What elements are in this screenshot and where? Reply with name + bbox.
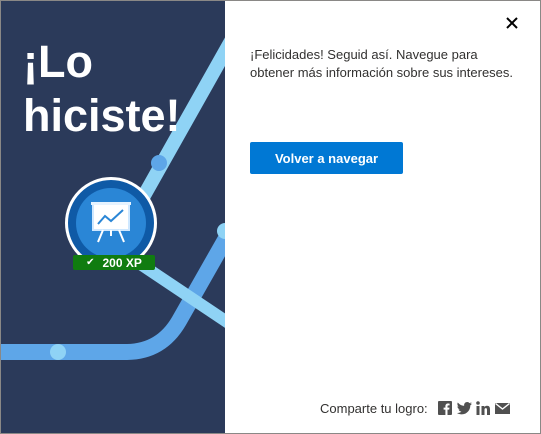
headline-line-2: hiciste!: [23, 90, 181, 141]
xp-value: 200 XP: [102, 255, 142, 270]
presentation-board-icon: [91, 202, 131, 243]
badge-circle-inner: [76, 188, 146, 258]
email-icon[interactable]: [494, 401, 510, 416]
share-achievement: Comparte tu logro:: [320, 399, 510, 417]
achievement-dialog: ¡Lo hiciste! ✔ 200 XP ¡Felicidades! Segu…: [0, 0, 541, 434]
close-icon: [506, 17, 518, 29]
achievement-badge: ✔ 200 XP: [65, 177, 157, 270]
achievement-illustration: ¡Lo hiciste! ✔ 200 XP: [1, 1, 225, 433]
headline: ¡Lo hiciste!: [23, 35, 223, 143]
linkedin-icon[interactable]: [476, 401, 491, 416]
back-to-browse-button[interactable]: Volver a navegar: [250, 142, 403, 174]
congratulations-message: ¡Felicidades! Seguid así. Navegue para o…: [250, 47, 514, 80]
check-icon: ✔: [86, 257, 95, 268]
twitter-icon[interactable]: [456, 401, 472, 416]
close-button[interactable]: [500, 11, 524, 35]
dialog-content: ¡Felicidades! Seguid así. Navegue para o…: [225, 1, 540, 433]
facebook-icon[interactable]: [438, 401, 453, 416]
share-label: Comparte tu logro:: [320, 400, 428, 416]
xp-ribbon: ✔ 200 XP: [73, 255, 155, 270]
headline-line-1: ¡Lo: [23, 36, 93, 87]
